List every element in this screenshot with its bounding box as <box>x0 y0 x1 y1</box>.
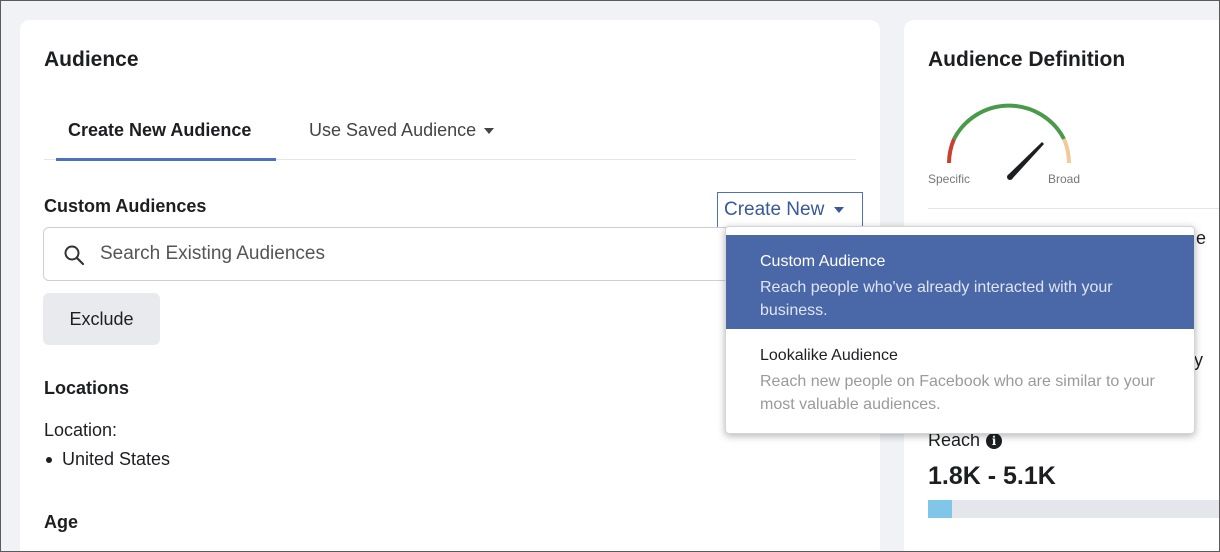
gauge-needle <box>1008 142 1044 179</box>
partial-text: y <box>1194 350 1203 370</box>
exclude-button[interactable]: Exclude <box>43 293 160 345</box>
caret-down-icon <box>834 206 845 213</box>
age-label: Age <box>44 512 79 532</box>
location-item-text: United States <box>62 449 171 469</box>
dropdown-item-description: Reach people who've already interacted w… <box>760 279 1113 319</box>
tab-create-new-audience-label: Create New Audience <box>68 120 252 140</box>
search-audiences-input[interactable] <box>100 236 700 272</box>
custom-audiences-label: Custom Audiences <box>44 196 207 216</box>
reach-bar <box>928 500 1220 518</box>
bullet-icon <box>46 457 52 464</box>
gauge-broad-label: Broad <box>1048 172 1081 186</box>
dropdown-item-lookalike-audience[interactable]: Lookalike Audience Reach new people on F… <box>726 329 1194 425</box>
audience-title: Audience <box>44 48 139 71</box>
audience-tabs: Create New Audience Use Saved Audience <box>44 108 856 161</box>
location-item: United States <box>46 449 170 470</box>
dropdown-item-custom-audience[interactable]: Custom Audience Reach people who've alre… <box>726 235 1194 329</box>
gauge-specific-label: Specific <box>928 172 971 186</box>
audience-gauge <box>947 103 1071 180</box>
create-new-button[interactable]: Create New <box>717 192 863 228</box>
tab-use-saved-audience-label: Use Saved Audience <box>309 120 477 140</box>
create-new-label: Create New <box>724 199 825 220</box>
divider <box>928 208 1220 209</box>
dropdown-item-description: Reach new people on Facebook who are sim… <box>760 373 1155 413</box>
audience-definition-title: Audience Definition <box>928 48 1126 71</box>
dropdown-item-title: Custom Audience <box>760 253 886 270</box>
locations-label: Locations <box>44 378 130 398</box>
reach-bar-fill <box>928 500 952 518</box>
dropdown-item-title: Lookalike Audience <box>760 347 898 364</box>
tab-use-saved-audience[interactable]: Use Saved Audience <box>297 108 506 160</box>
search-audiences-box <box>43 227 843 281</box>
search-icon <box>64 245 85 266</box>
create-new-dropdown: Custom Audience Reach people who've alre… <box>725 226 1195 434</box>
caret-down-icon <box>484 128 495 135</box>
location-label: Location: <box>44 420 118 440</box>
reach-value: 1.8K - 5.1K <box>928 462 1056 490</box>
tab-create-new-audience[interactable]: Create New Audience <box>56 108 276 161</box>
info-icon[interactable]: i <box>986 433 1003 449</box>
